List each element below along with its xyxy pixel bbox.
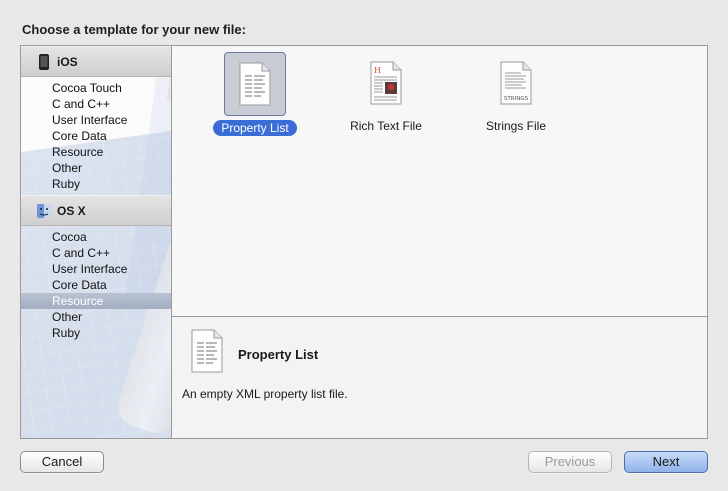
- svg-text:H: H: [374, 66, 381, 75]
- template-detail: Property List An empty XML property list…: [172, 316, 707, 438]
- strings-file-icon: STRINGS: [486, 52, 546, 114]
- template-label: Strings File: [485, 119, 547, 133]
- next-button[interactable]: Next: [624, 451, 708, 473]
- sidebar-item-cocoa-touch[interactable]: Cocoa Touch: [21, 80, 171, 96]
- template-label: Rich Text File: [350, 119, 422, 133]
- template-label: Property List: [213, 120, 297, 136]
- sidebar-group-label: iOS: [57, 54, 78, 69]
- template-property-list[interactable]: Property List: [205, 52, 305, 136]
- template-chooser: iOS Cocoa Touch C and C++ User Interface…: [20, 45, 708, 439]
- sidebar-item-cocoa[interactable]: Cocoa: [21, 229, 171, 245]
- sidebar-item-other[interactable]: Other: [21, 309, 171, 325]
- sidebar-item-other[interactable]: Other: [21, 160, 171, 176]
- detail-template-description: An empty XML property list file.: [182, 387, 348, 401]
- sidebar-item-core-data[interactable]: Core Data: [21, 277, 171, 293]
- template-strings-file[interactable]: STRINGS Strings File: [466, 52, 566, 134]
- sidebar-group-label: OS X: [57, 203, 86, 218]
- sidebar-list-ios: Cocoa Touch C and C++ User Interface Cor…: [21, 77, 171, 195]
- sidebar-item-resource[interactable]: Resource: [21, 144, 171, 160]
- sidebar-item-c-and-cpp[interactable]: C and C++: [21, 245, 171, 261]
- sidebar-item-user-interface[interactable]: User Interface: [21, 112, 171, 128]
- sidebar-item-ruby[interactable]: Ruby: [21, 325, 171, 341]
- sidebar-item-ruby[interactable]: Ruby: [21, 176, 171, 192]
- sidebar-item-resource[interactable]: Resource: [21, 293, 171, 309]
- sidebar-group-ios[interactable]: iOS: [21, 46, 171, 77]
- rich-text-file-icon: H: [356, 52, 416, 114]
- previous-button[interactable]: Previous: [528, 451, 612, 473]
- cancel-button[interactable]: Cancel: [20, 451, 104, 473]
- property-list-file-icon: [190, 329, 224, 376]
- sidebar-group-osx[interactable]: OS X: [21, 195, 171, 226]
- detail-template-name: Property List: [238, 347, 319, 362]
- sidebar-item-c-and-cpp[interactable]: C and C++: [21, 96, 171, 112]
- sidebar-item-core-data[interactable]: Core Data: [21, 128, 171, 144]
- property-list-file-icon: [224, 52, 286, 116]
- template-grid: Property List H Rich Text File STRINGS S…: [172, 46, 707, 316]
- iphone-icon: [37, 53, 51, 70]
- sidebar-item-user-interface[interactable]: User Interface: [21, 261, 171, 277]
- template-rich-text-file[interactable]: H Rich Text File: [336, 52, 436, 134]
- sidebar-list-osx: Cocoa C and C++ User Interface Core Data…: [21, 226, 171, 344]
- finder-icon: [37, 203, 51, 219]
- platform-sidebar: iOS Cocoa Touch C and C++ User Interface…: [21, 46, 172, 438]
- dialog-title: Choose a template for your new file:: [22, 22, 246, 37]
- svg-text:STRINGS: STRINGS: [504, 96, 529, 102]
